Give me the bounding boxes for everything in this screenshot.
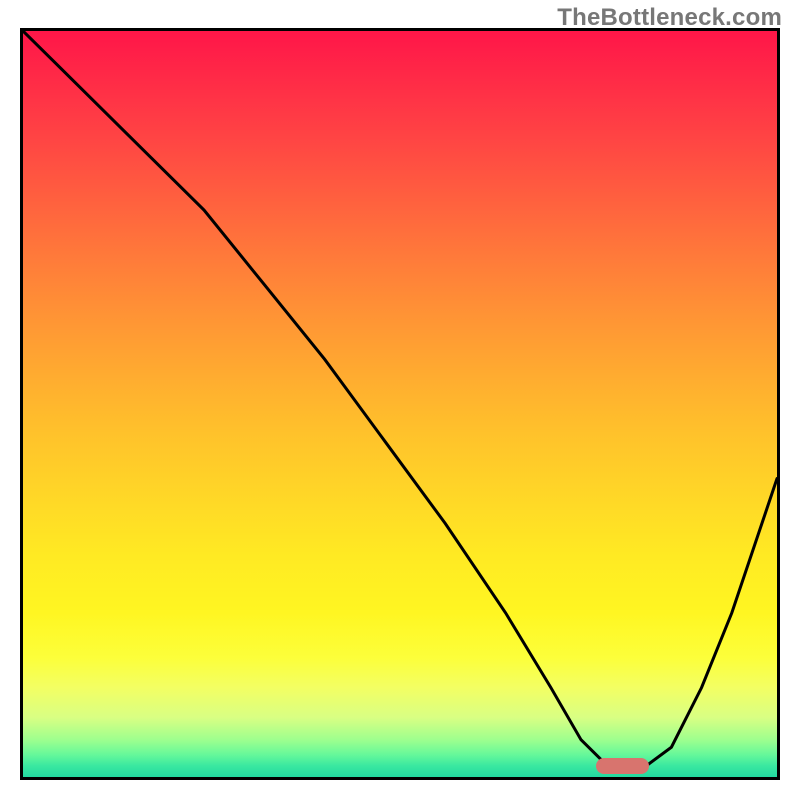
site-watermark: TheBottleneck.com xyxy=(557,4,782,32)
plot-area xyxy=(20,28,780,780)
chart-frame: TheBottleneck.com xyxy=(0,0,800,800)
optimal-range-marker xyxy=(596,758,649,774)
bottleneck-curve xyxy=(23,31,777,777)
